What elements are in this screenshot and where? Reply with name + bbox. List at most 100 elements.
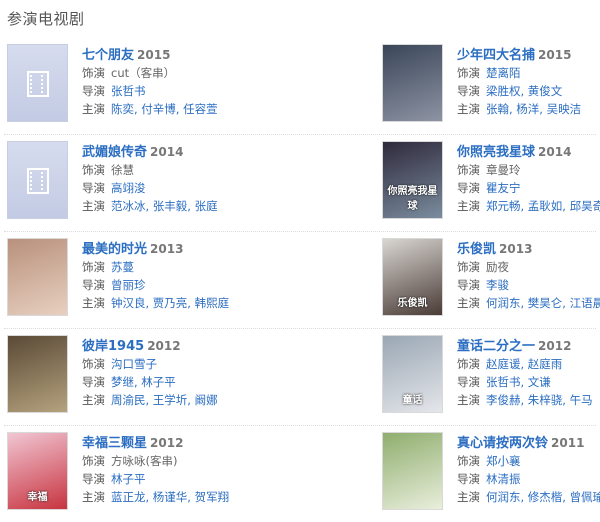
- director-label: 导演: [82, 375, 105, 389]
- role-line: 饰演 郑小襄: [457, 452, 600, 470]
- drama-year: 2014: [150, 145, 184, 159]
- drama-title-link[interactable]: 少年四大名捕: [457, 48, 535, 63]
- role-line: 饰演 cut（客串）: [82, 64, 297, 82]
- cast-value[interactable]: 张翰, 杨洋, 吴映洁: [486, 102, 581, 116]
- role-value: 励夜: [486, 260, 509, 274]
- role-value: 徐慧: [111, 163, 134, 177]
- drama-year: 2011: [551, 436, 585, 450]
- cast-line: 主演 周渝民, 王学圻, 阚娜: [82, 391, 297, 409]
- director-value[interactable]: 李骏: [486, 278, 509, 292]
- drama-title-link[interactable]: 童话二分之一: [457, 339, 535, 354]
- title-line: 你照亮我星球 2014: [457, 141, 600, 161]
- role-label: 饰演: [82, 66, 105, 80]
- director-label: 导演: [457, 181, 480, 195]
- director-value[interactable]: 林清振: [486, 472, 521, 486]
- director-value[interactable]: 林子平: [111, 472, 146, 486]
- cast-value[interactable]: 钟汉良, 贾乃亮, 韩熙庭: [111, 296, 229, 310]
- role-value[interactable]: 苏蔓: [111, 260, 134, 274]
- drama-title-link[interactable]: 真心请按两次铃: [457, 436, 548, 451]
- drama-title-link[interactable]: 彼岸1945: [82, 339, 144, 354]
- drama-item: 真心请按两次铃 2011 饰演 郑小襄 导演 林清振 主演 何润东, 修杰楷, 曾佩瑜: [382, 432, 600, 518]
- director-line: 导演 林清振: [457, 470, 600, 488]
- director-value[interactable]: 梦继, 林子平: [111, 375, 176, 389]
- director-label: 导演: [457, 472, 480, 486]
- drama-poster[interactable]: [382, 432, 443, 510]
- drama-poster[interactable]: [382, 44, 443, 122]
- drama-info: 幸福三颗星 2012 饰演 方咏咏(客串) 导演 林子平 主演 蓝正龙, 杨谨华, 贺军翔: [82, 432, 297, 506]
- cast-line: 主演 钟汉良, 贾乃亮, 韩熙庭: [82, 294, 297, 312]
- role-line: 饰演 徐慧: [82, 161, 297, 179]
- role-value: 章曼玲: [486, 163, 521, 177]
- title-line: 彼岸1945 2012: [82, 335, 297, 355]
- role-line: 饰演 赵庭谖, 赵庭雨: [457, 355, 600, 373]
- drama-info: 七个朋友 2015 饰演 cut（客串） 导演 张哲书 主演 陈奕, 付辛博, 任容萱: [82, 44, 297, 118]
- drama-poster[interactable]: [7, 335, 68, 413]
- drama-title-link[interactable]: 武媚娘传奇: [82, 145, 147, 160]
- director-label: 导演: [457, 278, 480, 292]
- cast-value[interactable]: 李俊赫, 朱梓骁, 午马: [486, 393, 593, 407]
- section-title: 参演电视剧: [7, 10, 85, 28]
- drama-poster[interactable]: [7, 238, 68, 316]
- role-value[interactable]: 楚离陌: [486, 66, 521, 80]
- drama-poster[interactable]: 幸福: [7, 432, 68, 510]
- tv-drama-list: 七个朋友 2015 饰演 cut（客串） 导演 张哲书 主演 陈奕, 付辛博, 任容萱 少年四大…: [0, 38, 600, 522]
- poster-title-text: 你照亮我星球: [387, 186, 438, 212]
- director-value[interactable]: 张哲书, 文谦: [486, 375, 551, 389]
- director-value[interactable]: 高翊浚: [111, 181, 146, 195]
- role-line: 饰演 楚离陌: [457, 64, 600, 82]
- cast-value[interactable]: 何润东, 修杰楷, 曾佩瑜: [486, 490, 600, 504]
- cast-value[interactable]: 周渝民, 王学圻, 阚娜: [111, 393, 218, 407]
- cast-line: 主演 何润东, 樊昊仑, 江语晨: [457, 294, 600, 312]
- director-line: 导演 高翊浚: [82, 179, 297, 197]
- role-label: 饰演: [457, 66, 480, 80]
- drama-info: 乐俊凯 2013 饰演 励夜 导演 李骏 主演 何润东, 樊昊仑, 江语晨: [457, 238, 600, 312]
- title-line: 童话二分之一 2012: [457, 335, 600, 355]
- cast-line: 主演 郑元畅, 孟耿如, 邱昊奇: [457, 197, 600, 215]
- role-value[interactable]: 沟口雪子: [111, 357, 157, 371]
- drama-title-link[interactable]: 乐俊凯: [457, 242, 496, 257]
- drama-item: 最美的时光 2013 饰演 苏蔓 导演 曾丽珍 主演 钟汉良, 贾乃亮, 韩熙庭: [7, 238, 297, 324]
- role-value: cut（客串）: [111, 66, 176, 80]
- drama-poster[interactable]: 童话: [382, 335, 443, 413]
- role-line: 饰演 章曼玲: [457, 161, 600, 179]
- director-line: 导演 曾丽珍: [82, 276, 297, 294]
- poster-title-text: 幸福: [27, 492, 48, 503]
- drama-item: 彼岸1945 2012 饰演 沟口雪子 导演 梦继, 林子平 主演 周渝民, 王学圻, 阚娜: [7, 335, 297, 421]
- cast-value[interactable]: 陈奕, 付辛博, 任容萱: [111, 102, 218, 116]
- director-value[interactable]: 瞿友宁: [486, 181, 521, 195]
- drama-year: 2013: [150, 242, 184, 256]
- drama-row: 幸福 幸福三颗星 2012 饰演 方咏咏(客串) 导演 林子平 主演 蓝正龙, 杨谨华, 贺军翔…: [4, 426, 600, 522]
- cast-value[interactable]: 范冰冰, 张丰毅, 张庭: [111, 199, 218, 213]
- film-icon: [27, 71, 49, 97]
- drama-item: 童话 童话二分之一 2012 饰演 赵庭谖, 赵庭雨 导演 张哲书, 文谦 主演 李俊赫, 朱梓…: [382, 335, 600, 421]
- cast-label: 主演: [457, 102, 480, 116]
- drama-title-link[interactable]: 幸福三颗星: [82, 436, 147, 451]
- drama-item: 幸福 幸福三颗星 2012 饰演 方咏咏(客串) 导演 林子平 主演 蓝正龙, 杨谨华, 贺军翔: [7, 432, 297, 518]
- cast-value[interactable]: 郑元畅, 孟耿如, 邱昊奇: [486, 199, 600, 213]
- cast-line: 主演 范冰冰, 张丰毅, 张庭: [82, 197, 297, 215]
- role-value[interactable]: 郑小襄: [486, 454, 521, 468]
- director-label: 导演: [82, 278, 105, 292]
- poster-placeholder[interactable]: [7, 44, 68, 122]
- drama-info: 童话二分之一 2012 饰演 赵庭谖, 赵庭雨 导演 张哲书, 文谦 主演 李俊赫, 朱梓骁,…: [457, 335, 600, 409]
- role-value: 方咏咏(客串): [111, 454, 178, 468]
- poster-placeholder[interactable]: [7, 141, 68, 219]
- role-value[interactable]: 赵庭谖, 赵庭雨: [486, 357, 562, 371]
- director-value[interactable]: 梁胜权, 黄俊文: [486, 84, 562, 98]
- cast-label: 主演: [82, 393, 105, 407]
- cast-label: 主演: [82, 102, 105, 116]
- director-value[interactable]: 张哲书: [111, 84, 146, 98]
- director-line: 导演 李骏: [457, 276, 600, 294]
- drama-title-link[interactable]: 最美的时光: [82, 242, 147, 257]
- director-value[interactable]: 曾丽珍: [111, 278, 146, 292]
- drama-year: 2012: [538, 339, 572, 353]
- cast-value[interactable]: 何润东, 樊昊仑, 江语晨: [486, 296, 600, 310]
- drama-poster[interactable]: 你照亮我星球: [382, 141, 443, 219]
- drama-title-link[interactable]: 七个朋友: [82, 48, 134, 63]
- title-line: 乐俊凯 2013: [457, 238, 600, 258]
- cast-line: 主演 李俊赫, 朱梓骁, 午马: [457, 391, 600, 409]
- cast-value[interactable]: 蓝正龙, 杨谨华, 贺军翔: [111, 490, 229, 504]
- drama-poster[interactable]: 乐俊凯: [382, 238, 443, 316]
- drama-title-link[interactable]: 你照亮我星球: [457, 145, 535, 160]
- drama-item: 你照亮我星球 你照亮我星球 2014 饰演 章曼玲 导演 瞿友宁 主演 郑元畅, 孟耿如, 邱昊…: [382, 141, 600, 227]
